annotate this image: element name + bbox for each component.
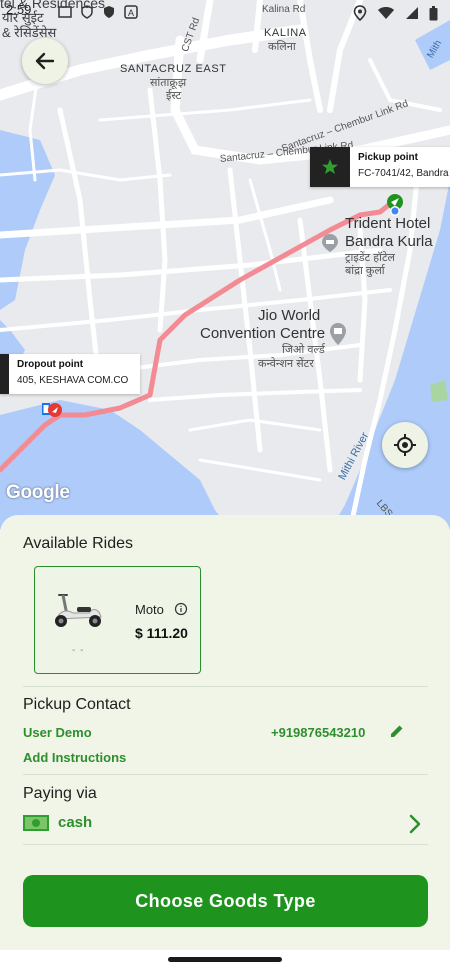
divider bbox=[23, 844, 428, 845]
map-label-jio-world: Jio World bbox=[258, 307, 321, 324]
map-label-bandra-kurla: Bandra Kurla bbox=[345, 233, 433, 250]
map-view[interactable]: 2:59 A tel & Residences यार सुईट & रेसिड… bbox=[0, 0, 450, 530]
wifi-icon bbox=[378, 7, 394, 19]
map-label-kalina: KALINA bbox=[264, 27, 307, 39]
hotel-pin-icon bbox=[322, 234, 338, 252]
add-instructions-link[interactable]: Add Instructions bbox=[23, 750, 126, 765]
paying-via-title: Paying via bbox=[23, 785, 97, 802]
pickup-contact-title: Pickup Contact bbox=[23, 696, 131, 713]
battery-icon bbox=[429, 5, 438, 20]
dropout-callout[interactable]: Dropout point 405, KESHAVA COM.CO bbox=[0, 354, 140, 394]
app-screen: 2:59 A tel & Residences यार सुईट & रेसिड… bbox=[0, 0, 450, 975]
back-button[interactable] bbox=[22, 38, 68, 84]
dropout-callout-address: 405, KESHAVA COM.CO bbox=[17, 375, 129, 386]
payment-method[interactable]: cash bbox=[58, 814, 92, 831]
chevron-right-icon[interactable] bbox=[408, 813, 422, 835]
map-label-hotel-hi: यार सुईट bbox=[2, 10, 44, 25]
dropout-marker-icon bbox=[42, 403, 62, 417]
venue-pin-icon bbox=[330, 323, 346, 345]
map-label-santacruz-hi2: ईस्ट bbox=[166, 90, 182, 102]
app-badge-icon: A bbox=[124, 5, 138, 19]
svg-text:A: A bbox=[128, 8, 134, 18]
star-icon bbox=[310, 147, 350, 187]
pickup-callout-address: FC-7041/42, Bandra bbox=[358, 168, 449, 179]
home-indicator[interactable] bbox=[168, 957, 282, 962]
pickup-callout-title: Pickup point bbox=[358, 152, 418, 163]
map-label-convention-centre: Convention Centre bbox=[200, 325, 326, 342]
map-label-kalina-road: Kalina Rd bbox=[262, 4, 306, 15]
google-logo: Google bbox=[6, 482, 70, 503]
contact-phone: +919876543210 bbox=[271, 725, 366, 740]
map-label-kalina-hi: कलिना bbox=[268, 41, 296, 53]
available-rides-title: Available Rides bbox=[23, 535, 133, 552]
system-icons bbox=[353, 5, 438, 21]
dropout-callout-bar bbox=[0, 354, 9, 394]
ride-name: Moto bbox=[135, 602, 164, 617]
pencil-icon[interactable] bbox=[389, 723, 405, 739]
choose-goods-type-button[interactable]: Choose Goods Type bbox=[23, 875, 428, 927]
pickup-callout[interactable]: Pickup point FC-7041/42, Bandra bbox=[310, 147, 450, 187]
ride-option-card[interactable]: Moto $ 111.20 - - bbox=[34, 566, 201, 674]
ride-eta: - - bbox=[72, 645, 85, 656]
bottom-sheet: Available Rides Moto $ 111.20 - - Pickup… bbox=[0, 515, 450, 975]
signal-icon bbox=[406, 7, 418, 19]
system-nav-bar bbox=[0, 950, 450, 975]
map-label-convention-hi: कन्वेन्शन सेंटर bbox=[258, 358, 314, 370]
info-icon[interactable] bbox=[174, 602, 188, 616]
scooter-image bbox=[55, 594, 102, 627]
dropout-callout-title: Dropout point bbox=[17, 359, 84, 370]
crosshair-icon bbox=[394, 434, 416, 456]
location-icon bbox=[353, 5, 367, 21]
divider bbox=[23, 686, 428, 687]
map-label-bandra-kurla-hi: बांद्रा कुर्ला bbox=[345, 265, 385, 277]
ride-price: $ 111.20 bbox=[135, 625, 188, 641]
pickup-marker-icon bbox=[387, 194, 403, 216]
map-label-santacruz: SANTACRUZ EAST bbox=[120, 63, 227, 75]
divider bbox=[23, 774, 428, 775]
map-label-jio-hi: जिओ वर्ल्ड bbox=[282, 344, 325, 356]
arrow-left-icon bbox=[35, 52, 55, 70]
cash-icon bbox=[23, 815, 49, 831]
contact-name: User Demo bbox=[23, 725, 92, 740]
my-location-button[interactable] bbox=[382, 422, 428, 468]
